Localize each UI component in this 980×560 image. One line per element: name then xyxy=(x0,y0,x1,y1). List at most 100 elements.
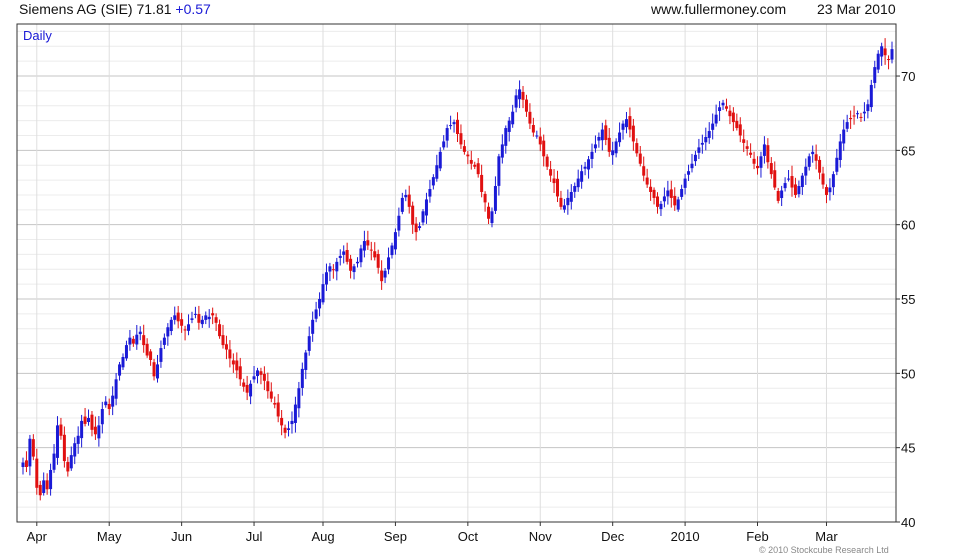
candle-body xyxy=(821,173,825,185)
candle-body xyxy=(349,258,353,271)
candle-body xyxy=(414,223,418,233)
candle-body xyxy=(621,123,625,130)
candle-body xyxy=(593,144,597,149)
candle-body xyxy=(690,163,694,169)
candle-body xyxy=(724,106,728,109)
candle-body xyxy=(28,438,32,467)
candle-body xyxy=(204,315,208,320)
candle-body xyxy=(600,129,604,141)
candle-body xyxy=(266,381,270,392)
candle-body xyxy=(852,115,856,117)
candle-body xyxy=(862,111,866,114)
candle-body xyxy=(118,364,122,376)
candle-body xyxy=(849,117,853,120)
candle-body xyxy=(190,318,194,320)
candle-body xyxy=(300,368,304,388)
candle-body xyxy=(49,469,53,490)
candle-body xyxy=(59,424,63,436)
candle-body xyxy=(631,125,635,142)
candle-body xyxy=(111,395,115,407)
candle-body xyxy=(497,156,501,186)
candle-body xyxy=(859,116,863,118)
candle-body xyxy=(538,136,542,145)
candle-body xyxy=(321,284,325,303)
candle-body xyxy=(380,270,384,282)
candle-body xyxy=(524,99,528,112)
candle-body xyxy=(114,379,118,399)
candle-body xyxy=(290,420,294,425)
candle-body xyxy=(262,373,266,381)
candle-body xyxy=(228,349,232,359)
candle-body xyxy=(811,151,815,155)
candle-body xyxy=(856,113,860,115)
candle-body xyxy=(24,460,28,467)
candle-body xyxy=(159,348,163,362)
candle-body xyxy=(866,104,870,112)
candle-body xyxy=(845,122,849,129)
candle-body xyxy=(738,124,742,136)
y-tick-label: 50 xyxy=(901,366,915,381)
candle-body xyxy=(752,158,756,164)
candle-body xyxy=(124,345,128,359)
chart-grid xyxy=(17,24,896,523)
candle-body xyxy=(790,176,794,188)
candle-body xyxy=(466,154,470,157)
candle-body xyxy=(693,154,697,162)
candle-body xyxy=(824,187,828,195)
candle-body xyxy=(345,249,349,262)
candle-body xyxy=(814,154,818,161)
candle-body xyxy=(842,129,846,144)
candle-body xyxy=(45,480,49,490)
candle-body xyxy=(149,351,153,360)
candle-body xyxy=(31,439,35,457)
candle-body xyxy=(462,146,466,152)
candle-body xyxy=(456,119,459,135)
candle-body xyxy=(700,142,704,145)
candle-body xyxy=(562,205,566,210)
y-tick-label: 40 xyxy=(901,515,915,530)
candle-body xyxy=(259,371,263,375)
candle-body xyxy=(328,266,332,272)
candle-body xyxy=(500,144,504,158)
candle-body xyxy=(769,163,773,175)
x-tick-label: Oct xyxy=(458,529,479,544)
candle-body xyxy=(714,114,718,124)
candle-body xyxy=(142,335,146,346)
candle-body xyxy=(607,137,611,152)
candle-body xyxy=(597,136,601,141)
candle-body xyxy=(352,266,356,273)
candle-body xyxy=(69,455,73,469)
candle-body xyxy=(180,319,184,326)
candle-body xyxy=(152,362,156,377)
candle-body xyxy=(638,153,642,164)
candle-body xyxy=(742,139,746,143)
candle-body xyxy=(411,205,415,225)
candle-body xyxy=(435,165,439,179)
candle-body xyxy=(359,248,363,263)
candle-body xyxy=(652,189,656,198)
price-chart: Daily 40 45 50 55 60 65 70 Apr May Jun Jul Aug Sep O… xyxy=(16,23,915,544)
candle-body xyxy=(673,195,677,206)
candle-body xyxy=(476,163,480,175)
candle-body xyxy=(697,147,701,153)
candle-body xyxy=(200,319,204,325)
candle-body xyxy=(552,178,556,184)
candle-body xyxy=(162,337,166,345)
candle-body xyxy=(880,46,884,57)
candle-body xyxy=(818,159,822,173)
candle-body xyxy=(100,409,104,425)
x-tick-label: Sep xyxy=(384,529,407,544)
candle-body xyxy=(400,197,404,212)
candle-body xyxy=(611,150,615,156)
candle-body xyxy=(431,177,435,186)
x-tick-label: Jun xyxy=(171,529,192,544)
candle-body xyxy=(469,159,473,164)
y-tick-label: 55 xyxy=(901,292,915,307)
candle-body xyxy=(131,338,135,344)
candle-body xyxy=(283,427,287,433)
candle-body xyxy=(424,199,428,216)
candle-body xyxy=(635,143,639,154)
candle-body xyxy=(452,122,456,125)
candle-body xyxy=(514,95,518,108)
candle-body xyxy=(628,116,632,130)
